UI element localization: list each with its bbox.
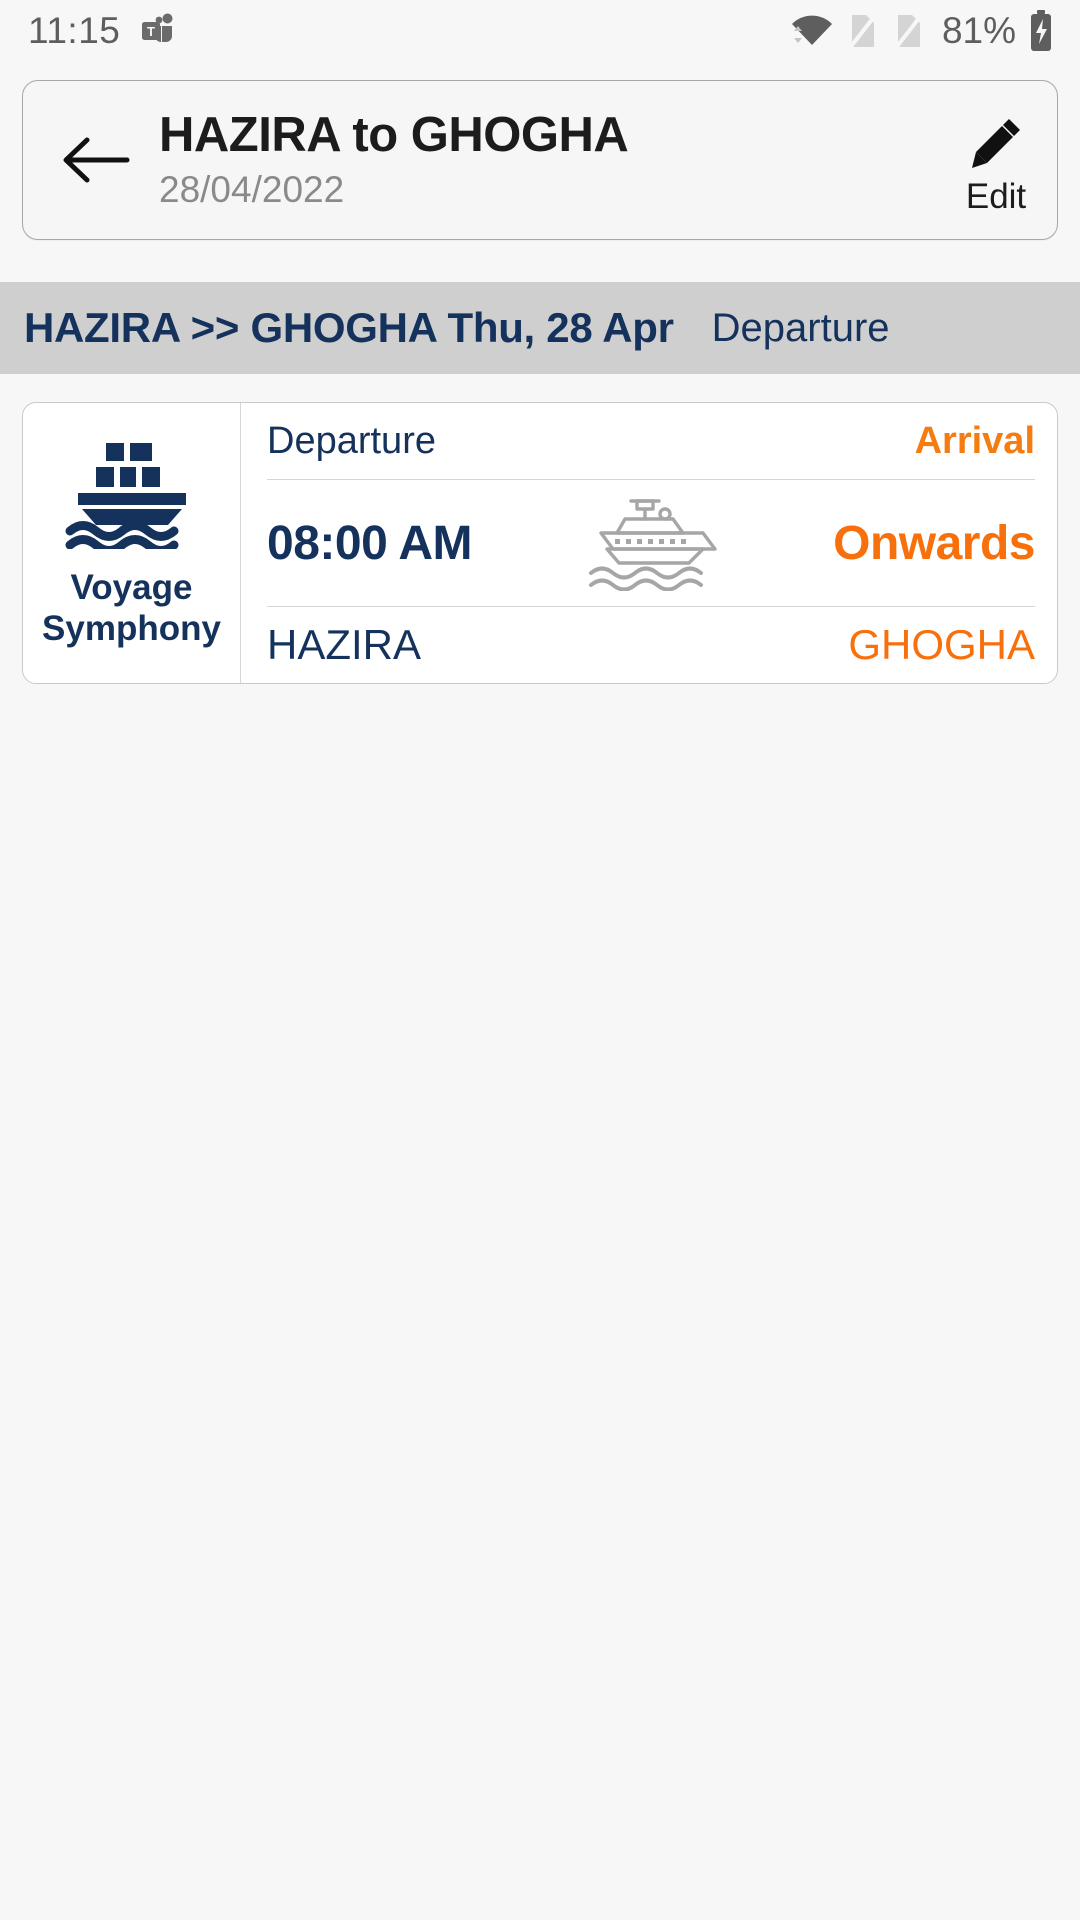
status-time: 11:15: [28, 10, 121, 51]
status-bar-left: 11:15 T: [28, 10, 178, 52]
edit-label[interactable]: Edit: [966, 179, 1026, 214]
header-titles: HAZIRA to GHOGHA 28/04/2022: [137, 107, 955, 211]
arrival-port-cell: GHOGHA: [651, 621, 1035, 669]
arrival-port: GHOGHA: [848, 621, 1035, 668]
ship-logo-icon: [62, 439, 202, 549]
wifi-icon: [790, 11, 834, 51]
transit-icon-cell: [575, 495, 727, 591]
arrow-left-icon[interactable]: [59, 133, 133, 187]
departure-port-cell: HAZIRA: [267, 621, 651, 669]
ferry-icon: [585, 495, 717, 591]
departure-header-cell: Departure: [267, 420, 651, 463]
header-card: HAZIRA to GHOGHA 28/04/2022 Edit: [22, 80, 1058, 240]
edit-button[interactable]: Edit: [955, 107, 1027, 214]
arrival-status: Onwards: [833, 516, 1035, 570]
battery-percent: 81%: [941, 10, 1016, 51]
vessel-name-line1: Voyage: [70, 567, 193, 607]
back-button[interactable]: [59, 133, 137, 187]
page-title: HAZIRA to GHOGHA: [159, 107, 629, 162]
voyage-port-row: HAZIRA GHOGHA: [267, 607, 1035, 683]
teams-icon: T: [138, 11, 178, 51]
vessel-name-line2: Symphony: [42, 609, 221, 648]
route-banner-route: HAZIRA >> GHOGHA Thu, 28 Apr: [24, 304, 674, 351]
route-banner: HAZIRA >> GHOGHA Thu, 28 Apr Departure: [0, 282, 1080, 374]
status-bar-right: 81%: [790, 10, 1054, 52]
departure-port: HAZIRA: [267, 621, 422, 668]
voyage-header-row: Departure Arrival: [267, 403, 1035, 479]
no-sim-icon: [892, 11, 926, 51]
arrival-label: Arrival: [914, 419, 1035, 462]
departure-label: Departure: [267, 419, 436, 462]
header-section: HAZIRA to GHOGHA 28/04/2022 Edit: [0, 62, 1080, 240]
voyage-details-column: Departure Arrival 08:00 AM Onwards HAZIR…: [241, 403, 1057, 683]
journey-date: 28/04/2022: [159, 169, 345, 211]
vessel-name: Voyage Symphony: [42, 567, 221, 650]
battery-charging-icon: [1028, 10, 1054, 52]
route-banner-direction: Departure: [711, 305, 890, 350]
departure-time: 08:00 AM: [267, 516, 472, 570]
status-bar: 11:15 T 81%: [0, 0, 1080, 62]
svg-text:T: T: [147, 24, 155, 39]
no-sim-icon: [846, 11, 880, 51]
voyage-time-row: 08:00 AM Onwards: [267, 479, 1035, 607]
voyage-section: Voyage Symphony Departure Arrival 08:00 …: [0, 374, 1080, 684]
pencil-icon[interactable]: [965, 113, 1027, 175]
arrival-time-cell: Onwards: [727, 516, 1035, 571]
voyage-card[interactable]: Voyage Symphony Departure Arrival 08:00 …: [22, 402, 1058, 684]
arrival-header-cell: Arrival: [651, 420, 1035, 463]
departure-time-cell: 08:00 AM: [267, 516, 575, 571]
vessel-column: Voyage Symphony: [23, 403, 241, 683]
